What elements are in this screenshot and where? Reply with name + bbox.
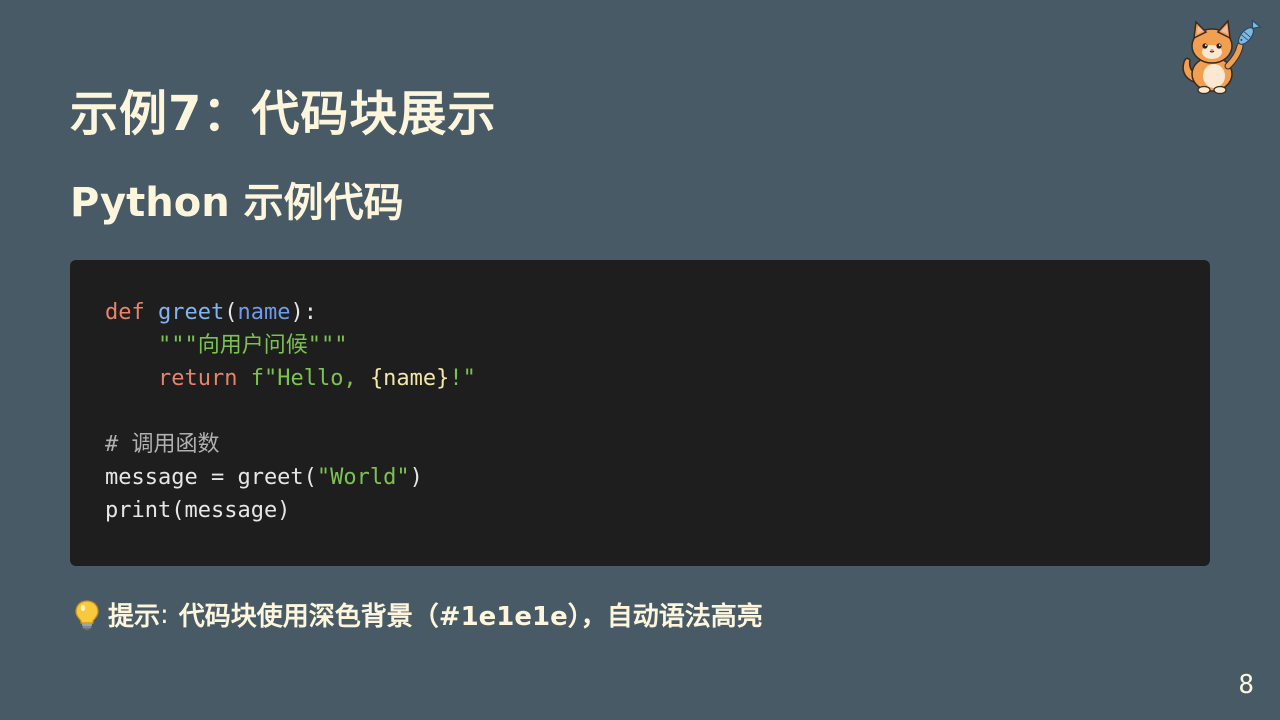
code-line: message = greet("World") xyxy=(105,461,1210,494)
code-punctuation: ): xyxy=(290,300,317,325)
code-punctuation: ( xyxy=(224,300,238,325)
code-block: def greet(name): """向用户问候""" return f"He… xyxy=(70,260,1210,566)
code-line: print(message) xyxy=(105,494,1210,527)
code-function-name: greet xyxy=(158,300,225,325)
code-comment: # 调用函数 xyxy=(105,432,220,457)
code-keyword: def xyxy=(105,300,145,325)
code-line: def greet(name): xyxy=(105,296,1210,329)
cat-with-fish-icon xyxy=(1176,16,1266,96)
tip-colon: : xyxy=(160,599,169,630)
code-text: ) xyxy=(409,465,423,490)
code-text: message = greet( xyxy=(105,465,317,490)
code-string: "World" xyxy=(316,465,410,490)
tip-label: 提示 xyxy=(108,602,161,632)
lightbulb-icon xyxy=(74,599,100,631)
tip: 提示: 代码块使用深色背景（#1e1e1e），自动语法高亮 xyxy=(74,596,763,633)
code-line: """向用户问候""" xyxy=(105,329,1210,362)
code-string: !" xyxy=(449,366,476,391)
code-keyword: return xyxy=(157,366,238,391)
slide-title: 示例7：代码块展示 xyxy=(70,86,497,142)
code-docstring: """向用户问候""" xyxy=(157,333,348,358)
slide-subtitle: Python 示例代码 xyxy=(70,180,404,226)
page-number: 8 xyxy=(1238,670,1254,700)
code-line: return f"Hello, {name}!" xyxy=(105,362,1210,395)
code-text: print(message) xyxy=(105,498,291,523)
code-line: # 调用函数 xyxy=(105,428,1210,461)
code-string: f"Hello, xyxy=(250,366,370,391)
code-interpolation: {name} xyxy=(369,366,450,391)
tip-text: 代码块使用深色背景（#1e1e1e），自动语法高亮 xyxy=(178,602,763,632)
code-parameter: name xyxy=(237,300,291,325)
